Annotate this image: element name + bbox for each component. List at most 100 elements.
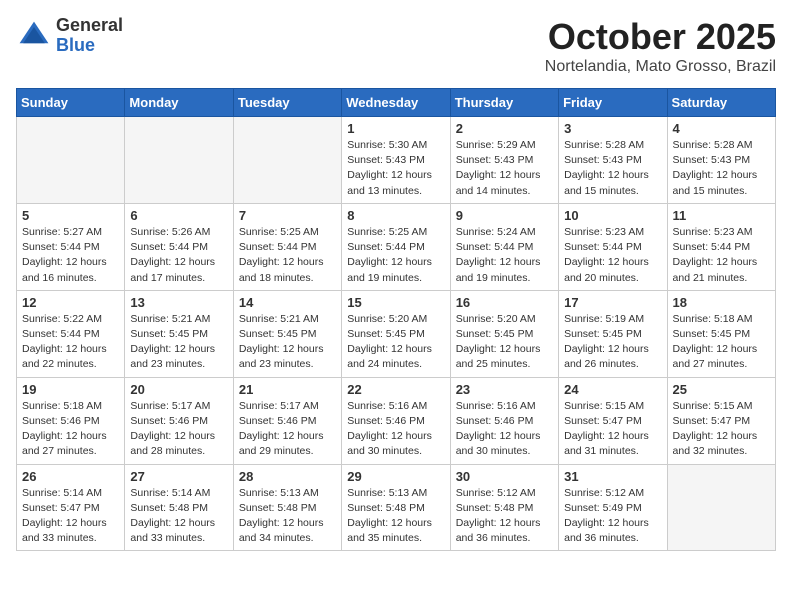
day-cell-17: 17Sunrise: 5:19 AM Sunset: 5:45 PM Dayli… [559, 290, 667, 377]
day-number: 16 [456, 295, 553, 310]
day-info: Sunrise: 5:21 AM Sunset: 5:45 PM Dayligh… [239, 312, 336, 373]
day-header-tuesday: Tuesday [233, 89, 341, 117]
day-number: 21 [239, 382, 336, 397]
day-cell-8: 8 Sunrise: 5:25 AM Sunset: 5:44 PM Daylig… [342, 203, 450, 290]
empty-cell [17, 117, 125, 204]
day-number: 17 [564, 295, 661, 310]
day-info: Sunrise: 5:24 AM Sunset: 5:44 PM Dayligh… [456, 225, 553, 286]
day-cell-22: 22 Sunrise: 5:16 AM Sunset: 5:46 PM Dayli… [342, 377, 450, 464]
day-header-saturday: Saturday [667, 89, 775, 117]
day-cell-29: 29Sunrise: 5:13 AM Sunset: 5:48 PM Dayli… [342, 464, 450, 551]
day-info: Sunrise: 5:23 AM Sunset: 5:44 PM Dayligh… [564, 225, 661, 286]
day-cell-4: 4 Sunrise: 5:28 AM Sunset: 5:43 PM Daylig… [667, 117, 775, 204]
day-number: 19 [22, 382, 119, 397]
day-number: 29 [347, 469, 444, 484]
day-header-sunday: Sunday [17, 89, 125, 117]
day-number: 25 [673, 382, 770, 397]
day-cell-25: 25 Sunrise: 5:15 AM Sunset: 5:47 PM Dayli… [667, 377, 775, 464]
day-info: Sunrise: 5:25 AM Sunset: 5:44 PM Dayligh… [239, 225, 336, 286]
day-cell-30: 30Sunrise: 5:12 AM Sunset: 5:48 PM Dayli… [450, 464, 558, 551]
day-info: Sunrise: 5:13 AM Sunset: 5:48 PM Dayligh… [239, 486, 336, 547]
day-cell-9: 9Sunrise: 5:24 AM Sunset: 5:44 PM Daylig… [450, 203, 558, 290]
logo-text: General Blue [56, 16, 123, 56]
day-cell-31: 31 Sunrise: 5:12 AM Sunset: 5:49 PM Dayli… [559, 464, 667, 551]
day-cell-20: 20 Sunrise: 5:17 AM Sunset: 5:46 PM Dayli… [125, 377, 233, 464]
day-number: 3 [564, 121, 661, 136]
month-title: October 2025 [545, 16, 776, 58]
day-info: Sunrise: 5:20 AM Sunset: 5:45 PM Dayligh… [347, 312, 444, 373]
day-cell-11: 11Sunrise: 5:23 AM Sunset: 5:44 PM Dayli… [667, 203, 775, 290]
empty-cell [125, 117, 233, 204]
header-row: SundayMondayTuesdayWednesdayThursdayFrid… [17, 89, 776, 117]
day-number: 7 [239, 208, 336, 223]
day-number: 26 [22, 469, 119, 484]
day-number: 31 [564, 469, 661, 484]
day-number: 28 [239, 469, 336, 484]
day-number: 13 [130, 295, 227, 310]
day-number: 8 [347, 208, 444, 223]
day-info: Sunrise: 5:15 AM Sunset: 5:47 PM Dayligh… [673, 399, 770, 460]
day-info: Sunrise: 5:30 AM Sunset: 5:43 PM Dayligh… [347, 138, 444, 199]
day-info: Sunrise: 5:14 AM Sunset: 5:48 PM Dayligh… [130, 486, 227, 547]
day-cell-26: 26 Sunrise: 5:14 AM Sunset: 5:47 PM Dayli… [17, 464, 125, 551]
calendar-body: 1 Sunrise: 5:30 AM Sunset: 5:43 PM Daylig… [17, 117, 776, 551]
day-number: 18 [673, 295, 770, 310]
week-row-3: 12 Sunrise: 5:22 AM Sunset: 5:44 PM Dayli… [17, 290, 776, 377]
day-cell-24: 24Sunrise: 5:15 AM Sunset: 5:47 PM Dayli… [559, 377, 667, 464]
day-info: Sunrise: 5:16 AM Sunset: 5:46 PM Dayligh… [347, 399, 444, 460]
day-cell-15: 15 Sunrise: 5:20 AM Sunset: 5:45 PM Dayli… [342, 290, 450, 377]
day-cell-21: 21Sunrise: 5:17 AM Sunset: 5:46 PM Dayli… [233, 377, 341, 464]
day-cell-6: 6 Sunrise: 5:26 AM Sunset: 5:44 PM Daylig… [125, 203, 233, 290]
empty-cell [667, 464, 775, 551]
day-number: 6 [130, 208, 227, 223]
day-number: 4 [673, 121, 770, 136]
day-header-wednesday: Wednesday [342, 89, 450, 117]
day-number: 20 [130, 382, 227, 397]
day-cell-16: 16 Sunrise: 5:20 AM Sunset: 5:45 PM Dayli… [450, 290, 558, 377]
day-info: Sunrise: 5:18 AM Sunset: 5:46 PM Dayligh… [22, 399, 119, 460]
day-cell-28: 28 Sunrise: 5:13 AM Sunset: 5:48 PM Dayli… [233, 464, 341, 551]
day-info: Sunrise: 5:16 AM Sunset: 5:46 PM Dayligh… [456, 399, 553, 460]
day-cell-10: 10 Sunrise: 5:23 AM Sunset: 5:44 PM Dayli… [559, 203, 667, 290]
day-number: 5 [22, 208, 119, 223]
day-cell-19: 19 Sunrise: 5:18 AM Sunset: 5:46 PM Dayli… [17, 377, 125, 464]
day-header-thursday: Thursday [450, 89, 558, 117]
week-row-4: 19 Sunrise: 5:18 AM Sunset: 5:46 PM Dayli… [17, 377, 776, 464]
calendar-table: SundayMondayTuesdayWednesdayThursdayFrid… [16, 88, 776, 551]
day-number: 14 [239, 295, 336, 310]
day-number: 22 [347, 382, 444, 397]
day-info: Sunrise: 5:28 AM Sunset: 5:43 PM Dayligh… [673, 138, 770, 199]
day-info: Sunrise: 5:17 AM Sunset: 5:46 PM Dayligh… [130, 399, 227, 460]
day-number: 2 [456, 121, 553, 136]
day-info: Sunrise: 5:15 AM Sunset: 5:47 PM Dayligh… [564, 399, 661, 460]
day-info: Sunrise: 5:28 AM Sunset: 5:43 PM Dayligh… [564, 138, 661, 199]
day-cell-12: 12 Sunrise: 5:22 AM Sunset: 5:44 PM Dayli… [17, 290, 125, 377]
day-info: Sunrise: 5:18 AM Sunset: 5:45 PM Dayligh… [673, 312, 770, 373]
day-number: 1 [347, 121, 444, 136]
location: Nortelandia, Mato Grosso, Brazil [545, 58, 776, 76]
day-cell-5: 5Sunrise: 5:27 AM Sunset: 5:44 PM Daylig… [17, 203, 125, 290]
day-info: Sunrise: 5:29 AM Sunset: 5:43 PM Dayligh… [456, 138, 553, 199]
day-number: 15 [347, 295, 444, 310]
week-row-1: 1 Sunrise: 5:30 AM Sunset: 5:43 PM Daylig… [17, 117, 776, 204]
day-cell-3: 3 Sunrise: 5:28 AM Sunset: 5:43 PM Daylig… [559, 117, 667, 204]
week-row-5: 26 Sunrise: 5:14 AM Sunset: 5:47 PM Dayli… [17, 464, 776, 551]
day-cell-13: 13Sunrise: 5:21 AM Sunset: 5:45 PM Dayli… [125, 290, 233, 377]
day-info: Sunrise: 5:14 AM Sunset: 5:47 PM Dayligh… [22, 486, 119, 547]
day-cell-27: 27Sunrise: 5:14 AM Sunset: 5:48 PM Dayli… [125, 464, 233, 551]
day-cell-7: 7 Sunrise: 5:25 AM Sunset: 5:44 PM Daylig… [233, 203, 341, 290]
day-cell-14: 14 Sunrise: 5:21 AM Sunset: 5:45 PM Dayli… [233, 290, 341, 377]
day-info: Sunrise: 5:22 AM Sunset: 5:44 PM Dayligh… [22, 312, 119, 373]
logo-icon [16, 18, 52, 54]
header: General Blue October 2025 Nortelandia, M… [16, 16, 776, 76]
day-cell-23: 23Sunrise: 5:16 AM Sunset: 5:46 PM Dayli… [450, 377, 558, 464]
day-info: Sunrise: 5:12 AM Sunset: 5:49 PM Dayligh… [564, 486, 661, 547]
day-number: 12 [22, 295, 119, 310]
day-info: Sunrise: 5:20 AM Sunset: 5:45 PM Dayligh… [456, 312, 553, 373]
day-info: Sunrise: 5:23 AM Sunset: 5:44 PM Dayligh… [673, 225, 770, 286]
day-number: 10 [564, 208, 661, 223]
day-info: Sunrise: 5:25 AM Sunset: 5:44 PM Dayligh… [347, 225, 444, 286]
empty-cell [233, 117, 341, 204]
day-info: Sunrise: 5:26 AM Sunset: 5:44 PM Dayligh… [130, 225, 227, 286]
calendar-header: SundayMondayTuesdayWednesdayThursdayFrid… [17, 89, 776, 117]
